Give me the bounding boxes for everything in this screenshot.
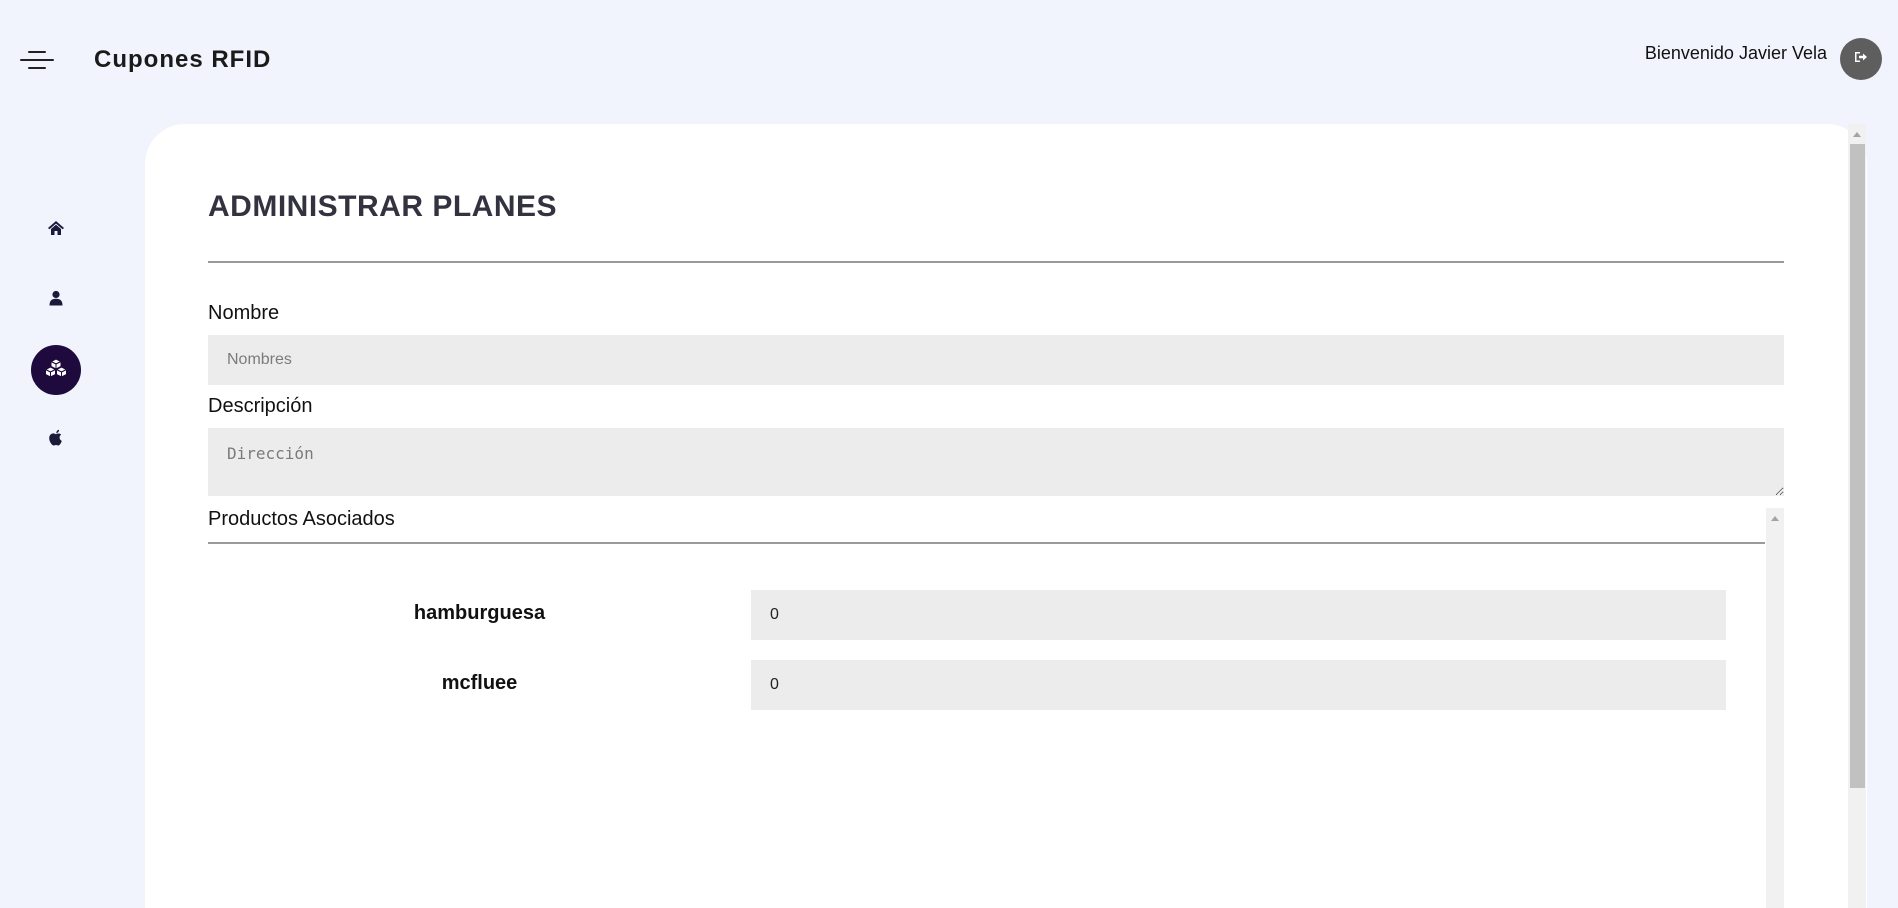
sidebar-item-plans[interactable] xyxy=(31,345,81,395)
page-title: ADMINISTRAR PLANES xyxy=(208,190,558,223)
apple-icon xyxy=(48,429,64,452)
cubes-icon xyxy=(44,357,68,383)
title-divider xyxy=(208,261,1784,263)
description-label: Descripción xyxy=(208,395,313,417)
sign-out-icon xyxy=(1854,50,1868,69)
product-name: hamburguesa xyxy=(413,602,546,624)
description-textarea[interactable] xyxy=(208,428,1784,496)
header: Cupones RFID Bienvenido Javier Vela xyxy=(0,0,1898,120)
sidebar-item-apple[interactable] xyxy=(31,415,81,465)
product-quantity-input[interactable] xyxy=(751,590,1726,640)
products-scrollbar[interactable] xyxy=(1766,508,1784,908)
product-quantity-input[interactable] xyxy=(751,660,1726,710)
products-label: Productos Asociados xyxy=(208,508,395,530)
user-icon xyxy=(49,290,63,311)
products-section: Productos Asociados hamburguesa mcfluee xyxy=(208,508,1784,908)
products-divider xyxy=(208,542,1765,544)
sidebar-item-users[interactable] xyxy=(31,275,81,325)
name-label: Nombre xyxy=(208,302,280,324)
page-scrollbar[interactable] xyxy=(1848,124,1866,908)
home-icon xyxy=(47,220,65,241)
main-card: ADMINISTRAR PLANES Nombre Descripción Pr… xyxy=(145,124,1867,908)
product-row: mcfluee xyxy=(208,660,1728,710)
menu-toggle-icon[interactable] xyxy=(20,48,56,72)
app-title: Cupones RFID xyxy=(94,46,272,73)
product-row: hamburguesa xyxy=(208,590,1728,640)
name-input[interactable] xyxy=(208,335,1784,385)
logout-button[interactable] xyxy=(1840,38,1882,80)
sidebar-item-home[interactable] xyxy=(31,205,81,255)
scroll-up-arrow-icon[interactable] xyxy=(1853,132,1861,137)
scrollbar-thumb[interactable] xyxy=(1850,144,1865,788)
product-name: mcfluee xyxy=(441,672,518,694)
welcome-text: Bienvenido Javier Vela xyxy=(1644,43,1827,63)
scroll-up-arrow-icon[interactable] xyxy=(1771,516,1779,521)
